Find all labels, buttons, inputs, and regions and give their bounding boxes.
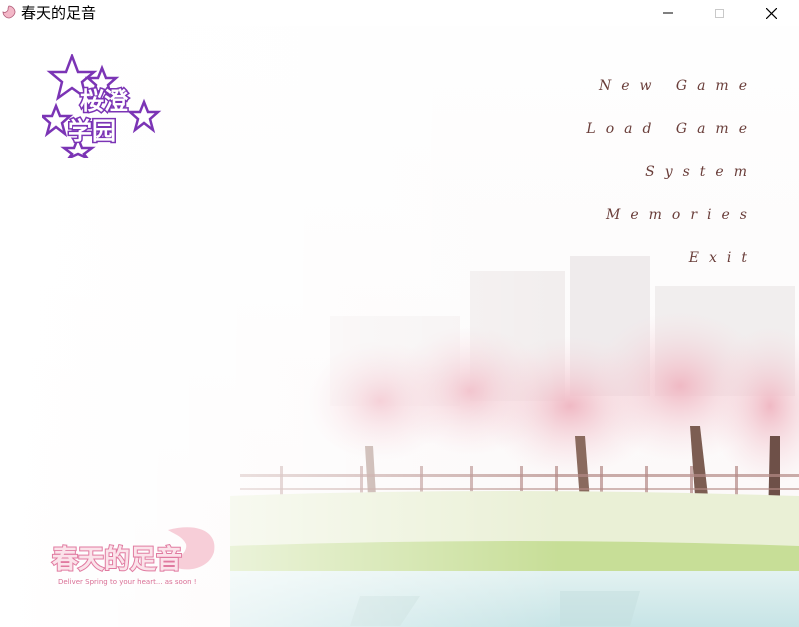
school-logo: 桜澄 学园 xyxy=(38,52,162,162)
game-logo-tagline: Deliver Spring to your heart... as soon … xyxy=(58,578,197,586)
svg-text:学园: 学园 xyxy=(68,117,116,145)
minimize-icon xyxy=(663,12,673,14)
close-button[interactable] xyxy=(748,0,794,26)
game-logo-text: 春天的足音 xyxy=(52,544,182,575)
game-logo-art: 春天的足音 Deliver Spring to your heart... as… xyxy=(51,527,215,586)
maximize-icon xyxy=(714,8,724,18)
memories-button[interactable]: Memories xyxy=(457,205,757,248)
game-window: 春天的足音 桜澄 学园 New Game Load Game System Me… xyxy=(0,0,799,627)
close-icon xyxy=(765,7,777,19)
exit-button[interactable]: Exit xyxy=(457,248,757,291)
school-logo-text: 桜澄 xyxy=(80,87,129,115)
system-button[interactable]: System xyxy=(457,162,757,205)
load-game-button[interactable]: Load Game xyxy=(457,119,757,162)
school-logo-emblem: 桜澄 学园 xyxy=(38,52,162,162)
title-screen: 桜澄 学园 New Game Load Game System Memories… xyxy=(0,26,799,627)
main-menu: New Game Load Game System Memories Exit xyxy=(457,76,757,291)
title-bar[interactable]: 春天的足音 xyxy=(0,0,799,26)
minimize-button[interactable] xyxy=(645,0,691,26)
new-game-button[interactable]: New Game xyxy=(457,76,757,119)
game-logo: 春天的足音 Deliver Spring to your heart... as… xyxy=(48,522,220,592)
maximize-button[interactable] xyxy=(696,0,742,26)
sakura-icon xyxy=(2,5,16,19)
window-title: 春天的足音 xyxy=(21,4,97,22)
